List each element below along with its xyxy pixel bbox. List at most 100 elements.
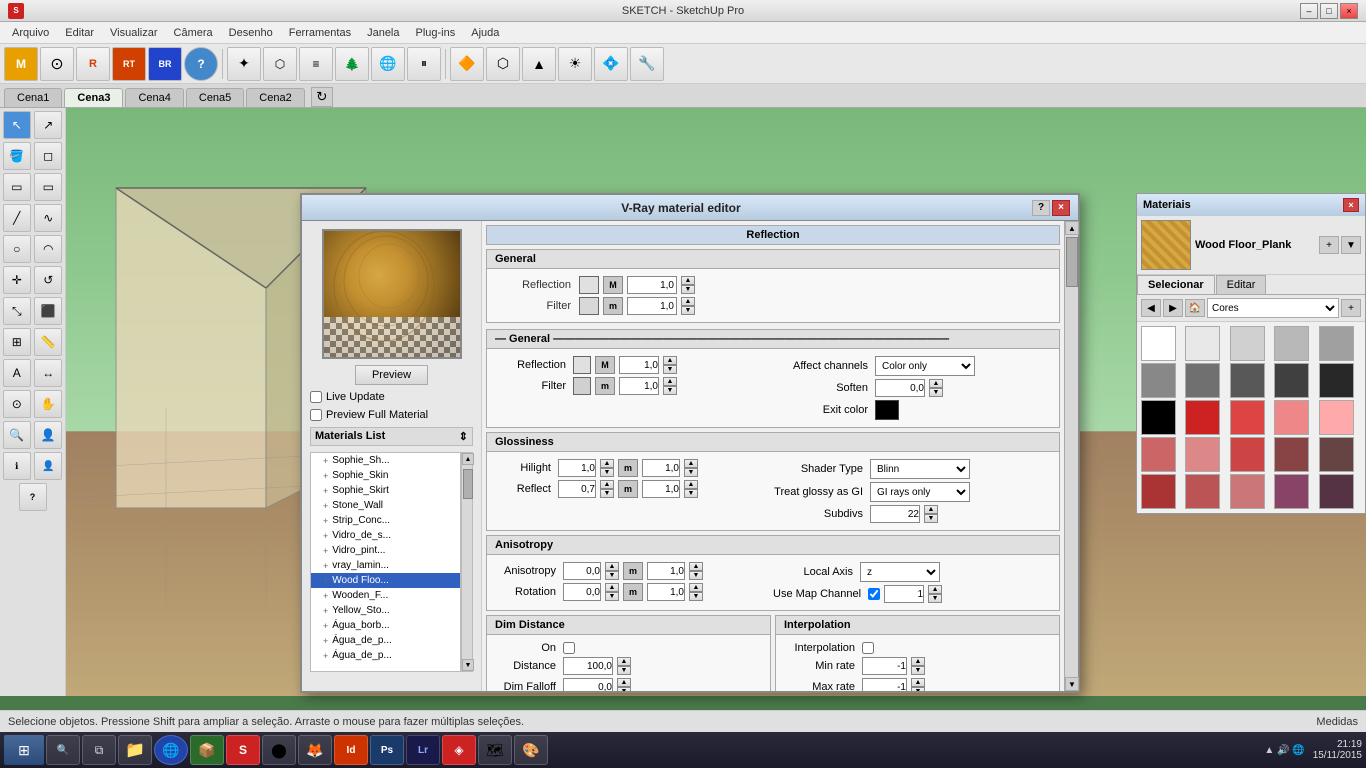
min-rate-down[interactable]: ▼	[911, 666, 925, 675]
left-rect-btn[interactable]: ▭	[3, 173, 31, 201]
reflection-spin-down[interactable]: ▼	[681, 285, 695, 294]
dim-distance-input[interactable]	[563, 657, 613, 675]
hilight-input1[interactable]	[558, 459, 596, 477]
color-swatch-12[interactable]	[1230, 400, 1265, 435]
local-axis-select[interactable]: z x y	[860, 562, 940, 582]
color-swatch-13[interactable]	[1274, 400, 1309, 435]
taskbar-icon-cortana[interactable]: 🔍	[46, 735, 80, 765]
filter-value[interactable]	[627, 297, 677, 315]
anisotropy-input1[interactable]	[563, 562, 601, 580]
left-text-btn[interactable]: A	[3, 359, 31, 387]
mat-list-item[interactable]: +Sophie_Sh...	[311, 453, 460, 468]
shader-type-select[interactable]: Blinn Phong	[870, 459, 970, 479]
minimize-button[interactable]: –	[1300, 3, 1318, 19]
rot-up2[interactable]: ▲	[689, 583, 703, 592]
min-rate-input[interactable]	[862, 657, 907, 675]
toolbar-btn-arrow-up[interactable]: ▲	[522, 47, 556, 81]
refl-swatch[interactable]	[573, 356, 591, 374]
left-paint-btn[interactable]: 🪣	[3, 142, 31, 170]
left-rotate-btn[interactable]: ↺	[34, 266, 62, 294]
toolbar-btn-help[interactable]: ?	[184, 47, 218, 81]
left-tape-btn[interactable]: 📏	[34, 328, 62, 356]
toolbar-btn-rt[interactable]: RT	[112, 47, 146, 81]
mat-list-item[interactable]: +Vidro_de_s...	[311, 528, 460, 543]
left-rect2-btn[interactable]: ▭	[34, 173, 62, 201]
dim-dist-up[interactable]: ▲	[617, 657, 631, 666]
mat-list-item[interactable]: +Água_de_p...	[311, 633, 460, 648]
left-scale-btn[interactable]: ⤡	[3, 297, 31, 325]
mat-scroll-up[interactable]: ▲	[462, 453, 474, 465]
color-swatch-5[interactable]	[1141, 363, 1176, 398]
mat-scroll-thumb[interactable]	[463, 469, 473, 499]
rot-down[interactable]: ▼	[605, 592, 619, 601]
dim-fall-down[interactable]: ▼	[617, 687, 631, 691]
anisotropy-input2[interactable]	[647, 562, 685, 580]
color-swatch-20[interactable]	[1141, 474, 1176, 509]
refresh-btn[interactable]: ↻	[311, 87, 333, 107]
reflect-down[interactable]: ▼	[600, 489, 614, 498]
vray-scroll-up[interactable]: ▲	[1065, 221, 1079, 235]
mat-list-item[interactable]: +Wood Floo...	[311, 573, 460, 588]
mat-list-item[interactable]: +Strip_Conc...	[311, 513, 460, 528]
hilight-up2[interactable]: ▲	[684, 459, 698, 468]
preview-full-checkbox[interactable]	[310, 409, 322, 421]
color-swatch-3[interactable]	[1274, 326, 1309, 361]
materials-list[interactable]: +Sophie_Sh...+Sophie_Skin+Sophie_Skirt+S…	[310, 452, 461, 672]
soften-down[interactable]: ▼	[929, 388, 943, 397]
mat-nav-forward[interactable]: ▶	[1163, 299, 1183, 317]
max-rate-down[interactable]: ▼	[911, 687, 925, 691]
live-update-checkbox[interactable]	[310, 391, 322, 403]
color-swatch-16[interactable]	[1185, 437, 1220, 472]
taskbar-icon-sketchup[interactable]: S	[226, 735, 260, 765]
menu-ferramentas[interactable]: Ferramentas	[281, 25, 359, 41]
color-swatch-22[interactable]	[1230, 474, 1265, 509]
reflect-up2[interactable]: ▲	[684, 480, 698, 489]
color-swatch-4[interactable]	[1319, 326, 1354, 361]
aniso-up[interactable]: ▲	[605, 562, 619, 571]
color-swatch-2[interactable]	[1230, 326, 1265, 361]
menu-editar[interactable]: Editar	[57, 25, 102, 41]
vray-scroll-down[interactable]: ▼	[1065, 677, 1079, 691]
max-rate-input[interactable]	[862, 678, 907, 691]
toolbar-btn-r[interactable]: R	[76, 47, 110, 81]
mat-action-1[interactable]: +	[1319, 236, 1339, 254]
aniso-up2[interactable]: ▲	[689, 562, 703, 571]
close-button[interactable]: ×	[1340, 3, 1358, 19]
start-button[interactable]: ⊞	[4, 735, 44, 765]
subdivs-down[interactable]: ▼	[924, 514, 938, 523]
color-swatch-15[interactable]	[1141, 437, 1176, 472]
max-rate-up[interactable]: ▲	[911, 678, 925, 687]
toolbar-btn-globe[interactable]: 🌐	[371, 47, 405, 81]
materiais-close-btn[interactable]: ×	[1343, 198, 1359, 212]
rot-down2[interactable]: ▼	[689, 592, 703, 601]
color-swatch-7[interactable]	[1230, 363, 1265, 398]
reflect-m[interactable]: m	[618, 480, 638, 498]
mat-list-item[interactable]: +Água_borb...	[311, 618, 460, 633]
color-swatch-14[interactable]	[1319, 400, 1354, 435]
left-curve-btn[interactable]: ∿	[34, 204, 62, 232]
rotation-input2[interactable]	[647, 583, 685, 601]
reflection-spin-up[interactable]: ▲	[681, 276, 695, 285]
left-info-btn[interactable]: ℹ	[3, 452, 31, 480]
dim-on-checkbox[interactable]	[563, 642, 575, 654]
color-swatch-10[interactable]	[1141, 400, 1176, 435]
taskbar-icon-files[interactable]: 📁	[118, 735, 152, 765]
menu-arquivo[interactable]: Arquivo	[4, 25, 57, 41]
left-circle-btn[interactable]: ○	[3, 235, 31, 263]
filter-swatch[interactable]	[573, 377, 591, 395]
mat-action-2[interactable]: ▼	[1341, 236, 1361, 254]
refl-input[interactable]	[619, 356, 659, 374]
dim-falloff-input[interactable]	[563, 678, 613, 691]
color-swatch-11[interactable]	[1185, 400, 1220, 435]
mat-list-item[interactable]: +Sophie_Skin	[311, 468, 460, 483]
mat-list-item[interactable]: +Vidro_pint...	[311, 543, 460, 558]
rot-m[interactable]: m	[623, 583, 643, 601]
interp-checkbox[interactable]	[862, 642, 874, 654]
left-move-btn[interactable]: ✛	[3, 266, 31, 294]
left-user-btn[interactable]: 👤	[34, 452, 62, 480]
refl-down[interactable]: ▼	[663, 365, 677, 374]
color-swatch-0[interactable]	[1141, 326, 1176, 361]
vray-help-btn[interactable]: ?	[1032, 200, 1050, 216]
reflection-value[interactable]	[627, 276, 677, 294]
mat-nav-dropdown[interactable]: Cores	[1207, 298, 1339, 318]
